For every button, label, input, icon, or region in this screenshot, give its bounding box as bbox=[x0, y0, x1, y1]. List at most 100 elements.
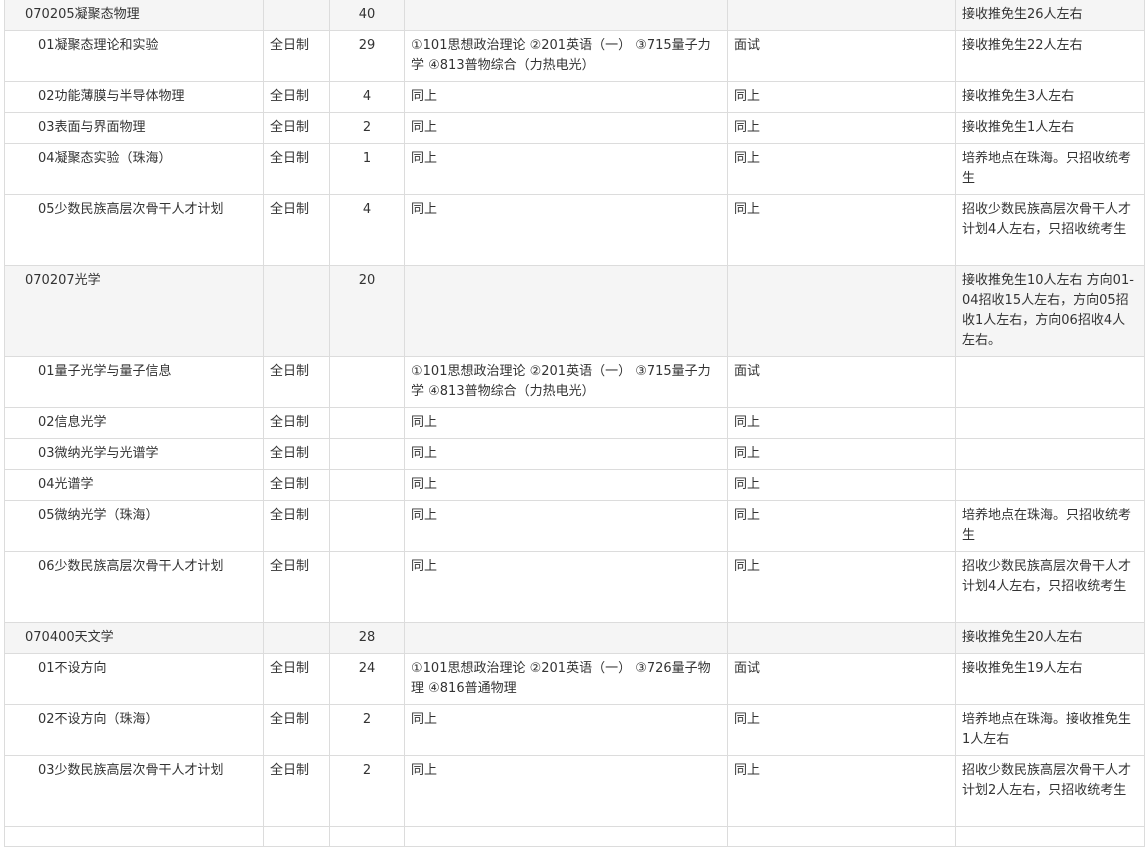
exam-subjects-cell: 同上 bbox=[404, 407, 728, 439]
exam-subjects-cell: 同上 bbox=[404, 755, 728, 827]
enrollment-count-cell bbox=[329, 356, 405, 408]
remark-cell: 招收少数民族高层次骨干人才计划4人左右，只招收统考生 bbox=[955, 551, 1145, 623]
remark-cell: 培养地点在珠海。接收推免生1人左右 bbox=[955, 704, 1145, 756]
table-body: 070205凝聚态物理 40 接收推免生26人左右 01凝聚态理论和实验 全日制 29 ①1… bbox=[4, 0, 1145, 847]
enrollment-count-cell: 40 bbox=[329, 0, 405, 31]
exam-subjects-cell: ①101思想政治理论 ②201英语（一） ③715量子力学 ④813普物综合（力… bbox=[404, 30, 728, 82]
major-row: 070207光学 20 接收推免生10人左右 方向01-04招收15人左右，方向05… bbox=[4, 265, 1145, 357]
program-name-cell: 06少数民族高层次骨干人才计划 bbox=[4, 551, 264, 623]
study-mode-cell: 全日制 bbox=[263, 469, 330, 501]
program-name-cell: 03表面与界面物理 bbox=[4, 112, 264, 144]
remark-cell: 接收推免生19人左右 bbox=[955, 653, 1145, 705]
enrollment-count-cell bbox=[329, 469, 405, 501]
direction-row: 05微纳光学（珠海） 全日制 同上 同上 培养地点在珠海。只招收统考生 bbox=[4, 500, 1145, 552]
table-row-partial bbox=[4, 826, 1145, 847]
direction-row: 02信息光学 全日制 同上 同上 bbox=[4, 407, 1145, 439]
program-name-cell: 01不设方向 bbox=[4, 653, 264, 705]
remark-cell bbox=[955, 438, 1145, 470]
enrollment-count-cell: 4 bbox=[329, 81, 405, 113]
exam-subjects-cell: 同上 bbox=[404, 551, 728, 623]
admissions-table: 070205凝聚态物理 40 接收推免生26人左右 01凝聚态理论和实验 全日制 29 ①1… bbox=[4, 0, 1145, 847]
retest-method-cell bbox=[727, 265, 956, 357]
program-name-cell: 04凝聚态实验（珠海） bbox=[4, 143, 264, 195]
exam-subjects-cell: 同上 bbox=[404, 194, 728, 266]
enrollment-count-cell: 4 bbox=[329, 194, 405, 266]
program-name-cell bbox=[4, 826, 264, 847]
program-name-cell: 070205凝聚态物理 bbox=[4, 0, 264, 31]
remark-cell bbox=[955, 826, 1145, 847]
enrollment-count-cell: 24 bbox=[329, 653, 405, 705]
retest-method-cell bbox=[727, 826, 956, 847]
retest-method-cell bbox=[727, 0, 956, 31]
direction-row: 06少数民族高层次骨干人才计划 全日制 同上 同上 招收少数民族高层次骨干人才计划4人左… bbox=[4, 551, 1145, 623]
retest-method-cell: 面试 bbox=[727, 653, 956, 705]
exam-subjects-cell: 同上 bbox=[404, 112, 728, 144]
program-name-cell: 01量子光学与量子信息 bbox=[4, 356, 264, 408]
program-name-cell: 04光谱学 bbox=[4, 469, 264, 501]
program-name-cell: 02不设方向（珠海） bbox=[4, 704, 264, 756]
enrollment-count-cell: 28 bbox=[329, 622, 405, 654]
direction-row: 01不设方向 全日制 24 ①101思想政治理论 ②201英语（一） ③726量子物理… bbox=[4, 653, 1145, 705]
study-mode-cell: 全日制 bbox=[263, 81, 330, 113]
study-mode-cell: 全日制 bbox=[263, 143, 330, 195]
study-mode-cell bbox=[263, 265, 330, 357]
remark-cell: 接收推免生10人左右 方向01-04招收15人左右，方向05招收1人左右，方向0… bbox=[955, 265, 1145, 357]
direction-row: 04光谱学 全日制 同上 同上 bbox=[4, 469, 1145, 501]
exam-subjects-cell: 同上 bbox=[404, 469, 728, 501]
program-name-cell: 03微纳光学与光谱学 bbox=[4, 438, 264, 470]
retest-method-cell: 同上 bbox=[727, 407, 956, 439]
remark-cell bbox=[955, 356, 1145, 408]
exam-subjects-cell bbox=[404, 0, 728, 31]
retest-method-cell: 同上 bbox=[727, 704, 956, 756]
study-mode-cell: 全日制 bbox=[263, 356, 330, 408]
retest-method-cell: 同上 bbox=[727, 81, 956, 113]
study-mode-cell: 全日制 bbox=[263, 30, 330, 82]
study-mode-cell: 全日制 bbox=[263, 194, 330, 266]
direction-row: 02功能薄膜与半导体物理 全日制 4 同上 同上 接收推免生3人左右 bbox=[4, 81, 1145, 113]
remark-cell: 接收推免生26人左右 bbox=[955, 0, 1145, 31]
retest-method-cell bbox=[727, 622, 956, 654]
program-name-cell: 03少数民族高层次骨干人才计划 bbox=[4, 755, 264, 827]
program-name-cell: 05微纳光学（珠海） bbox=[4, 500, 264, 552]
enrollment-count-cell: 2 bbox=[329, 755, 405, 827]
study-mode-cell: 全日制 bbox=[263, 704, 330, 756]
program-name-cell: 02功能薄膜与半导体物理 bbox=[4, 81, 264, 113]
retest-method-cell: 同上 bbox=[727, 500, 956, 552]
program-name-cell: 01凝聚态理论和实验 bbox=[4, 30, 264, 82]
study-mode-cell: 全日制 bbox=[263, 500, 330, 552]
remark-cell: 接收推免生3人左右 bbox=[955, 81, 1145, 113]
retest-method-cell: 同上 bbox=[727, 112, 956, 144]
retest-method-cell: 同上 bbox=[727, 469, 956, 501]
study-mode-cell: 全日制 bbox=[263, 551, 330, 623]
program-name-cell: 070400天文学 bbox=[4, 622, 264, 654]
remark-cell: 培养地点在珠海。只招收统考生 bbox=[955, 500, 1145, 552]
program-name-cell: 05少数民族高层次骨干人才计划 bbox=[4, 194, 264, 266]
exam-subjects-cell: 同上 bbox=[404, 500, 728, 552]
study-mode-cell bbox=[263, 0, 330, 31]
retest-method-cell: 面试 bbox=[727, 356, 956, 408]
exam-subjects-cell: 同上 bbox=[404, 143, 728, 195]
study-mode-cell: 全日制 bbox=[263, 407, 330, 439]
enrollment-count-cell bbox=[329, 826, 405, 847]
exam-subjects-cell: 同上 bbox=[404, 704, 728, 756]
exam-subjects-cell bbox=[404, 826, 728, 847]
direction-row: 01量子光学与量子信息 全日制 ①101思想政治理论 ②201英语（一） ③715量… bbox=[4, 356, 1145, 408]
enrollment-count-cell bbox=[329, 438, 405, 470]
direction-row: 03微纳光学与光谱学 全日制 同上 同上 bbox=[4, 438, 1145, 470]
enrollment-count-cell: 1 bbox=[329, 143, 405, 195]
exam-subjects-cell: 同上 bbox=[404, 81, 728, 113]
enrollment-count-cell bbox=[329, 500, 405, 552]
remark-cell bbox=[955, 469, 1145, 501]
study-mode-cell: 全日制 bbox=[263, 112, 330, 144]
direction-row: 05少数民族高层次骨干人才计划 全日制 4 同上 同上 招收少数民族高层次骨干人才计划4人… bbox=[4, 194, 1145, 266]
direction-row: 04凝聚态实验（珠海） 全日制 1 同上 同上 培养地点在珠海。只招收统考生 bbox=[4, 143, 1145, 195]
direction-row: 02不设方向（珠海） 全日制 2 同上 同上 培养地点在珠海。接收推免生1人左右 bbox=[4, 704, 1145, 756]
direction-row: 03少数民族高层次骨干人才计划 全日制 2 同上 同上 招收少数民族高层次骨干人才计划2人… bbox=[4, 755, 1145, 827]
remark-cell: 培养地点在珠海。只招收统考生 bbox=[955, 143, 1145, 195]
remark-cell: 接收推免生22人左右 bbox=[955, 30, 1145, 82]
study-mode-cell: 全日制 bbox=[263, 653, 330, 705]
remark-cell: 接收推免生20人左右 bbox=[955, 622, 1145, 654]
exam-subjects-cell: ①101思想政治理论 ②201英语（一） ③726量子物理 ④816普通物理 bbox=[404, 653, 728, 705]
remark-cell: 招收少数民族高层次骨干人才计划4人左右，只招收统考生 bbox=[955, 194, 1145, 266]
enrollment-count-cell: 29 bbox=[329, 30, 405, 82]
